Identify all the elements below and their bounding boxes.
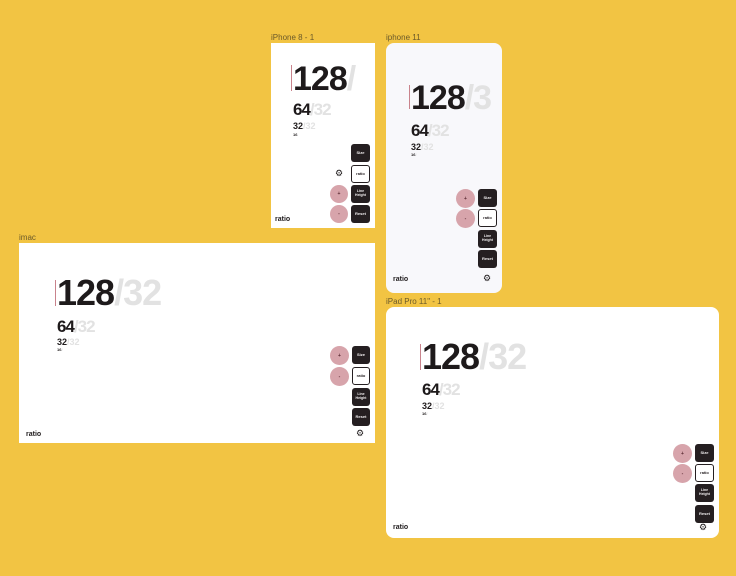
- line-height-button[interactable]: Line Height: [352, 388, 370, 406]
- decrease-button[interactable]: -: [330, 367, 349, 386]
- brand-logo: ratio: [26, 431, 42, 438]
- frame-iphone11: 128/3 64/32 32/32 16/ + Size - ratio Lin…: [386, 43, 502, 293]
- heading-32: 32/32: [422, 401, 445, 411]
- decrease-button[interactable]: -: [673, 464, 692, 483]
- heading-64: 64/32: [422, 380, 461, 399]
- size-button[interactable]: Size: [352, 346, 370, 364]
- frame-label-imac: imac: [19, 233, 36, 242]
- text-cursor: [291, 65, 292, 91]
- heading-32: 32/32: [293, 121, 316, 131]
- ratio-button[interactable]: ratio: [478, 209, 497, 227]
- size-button[interactable]: Size: [351, 144, 370, 162]
- gear-icon[interactable]: ⚙: [356, 429, 364, 438]
- brand-logo: ratio: [275, 216, 291, 223]
- heading-64: 64/32: [411, 121, 450, 140]
- decrease-button[interactable]: -: [456, 209, 475, 228]
- ratio-button[interactable]: ratio: [351, 165, 370, 183]
- line-height-button[interactable]: Line Height: [695, 484, 714, 502]
- line-height-button[interactable]: Line Height: [478, 230, 497, 248]
- increase-button[interactable]: +: [673, 444, 692, 463]
- frame-label-ipad: iPad Pro 11" - 1: [386, 297, 442, 306]
- frame-label-iphone11: iphone 11: [386, 33, 421, 42]
- heading-16: 16/: [411, 152, 417, 157]
- gear-icon[interactable]: ⚙: [335, 169, 343, 178]
- text-cursor: [420, 344, 421, 370]
- frame-ipad: 128/32 64/32 32/32 16/ + Size - ratio Li…: [386, 307, 719, 538]
- reset-button[interactable]: Reset: [351, 205, 370, 223]
- frame-label-iphone8: iPhone 8 - 1: [271, 33, 315, 42]
- brand-logo: ratio: [393, 524, 409, 531]
- increase-button[interactable]: +: [330, 346, 349, 365]
- ratio-button[interactable]: ratio: [352, 367, 370, 385]
- decrease-button[interactable]: -: [330, 205, 348, 223]
- reset-button[interactable]: Reset: [478, 250, 497, 268]
- heading-32: 32/32: [57, 337, 80, 347]
- heading-16: 16: [293, 132, 298, 137]
- text-cursor: [409, 85, 410, 109]
- reset-button[interactable]: Reset: [352, 408, 370, 426]
- frame-imac: 128/32 64/32 32/32 16/ + Size - ratio Li…: [19, 243, 375, 443]
- ratio-button[interactable]: ratio: [695, 464, 714, 482]
- brand-logo: ratio: [393, 276, 409, 283]
- line-height-button[interactable]: Line Height: [351, 185, 370, 203]
- heading-32: 32/32: [411, 142, 434, 152]
- size-button[interactable]: Size: [478, 189, 497, 207]
- heading-64: 64/32: [293, 100, 332, 119]
- heading-128: 128/32: [57, 272, 162, 313]
- heading-128: 128/32: [422, 336, 527, 377]
- heading-128: 128/3: [411, 79, 492, 117]
- reset-button[interactable]: Reset: [695, 505, 714, 523]
- size-button[interactable]: Size: [695, 444, 714, 462]
- heading-64: 64/32: [57, 317, 96, 336]
- gear-icon[interactable]: ⚙: [699, 523, 707, 532]
- increase-button[interactable]: +: [456, 189, 475, 208]
- heading-128: 128/: [293, 60, 356, 98]
- frame-iphone8: 128/ 64/32 32/32 16 Size ⚙ ratio + Line …: [271, 43, 375, 228]
- increase-button[interactable]: +: [330, 185, 348, 203]
- heading-16: 16/: [422, 411, 428, 416]
- text-cursor: [55, 280, 56, 306]
- gear-icon[interactable]: ⚙: [483, 274, 491, 283]
- heading-16: 16/: [57, 347, 63, 352]
